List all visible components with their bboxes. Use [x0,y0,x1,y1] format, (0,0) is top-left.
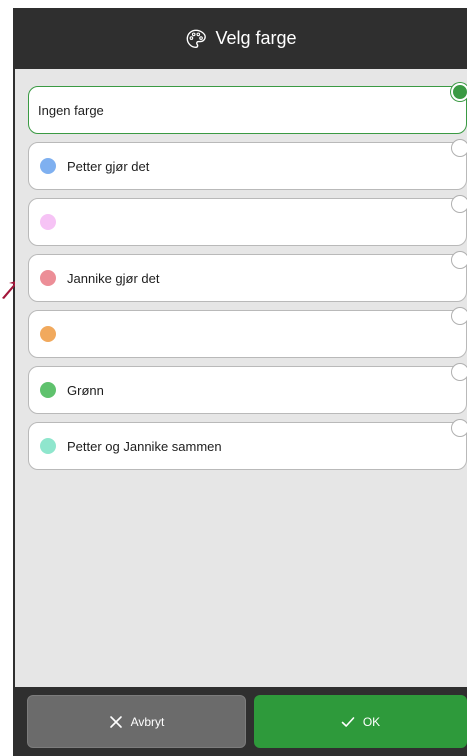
color-option-petter[interactable]: Petter gjør det [28,139,467,190]
color-swatch [40,214,56,230]
ok-button[interactable]: OK [254,695,467,748]
close-icon [109,715,122,728]
ok-button-label: OK [362,714,381,729]
cancel-button[interactable]: Avbryt [27,695,246,748]
option-label: Petter og Jannike sammen [67,438,222,454]
radio-button[interactable] [451,419,467,437]
dialog-footer: Avbryt OK [15,687,467,756]
color-picker-dialog: Velg farge Ingen farge Petter gjør det J… [15,8,467,756]
palette-icon [187,29,207,48]
color-swatch [40,326,56,342]
option-label: Grønn [67,382,104,398]
option-label: Jannike gjør det [67,270,160,286]
radio-button[interactable] [451,363,467,381]
color-swatch [40,158,56,174]
option-label: Ingen farge [38,102,104,118]
radio-button[interactable] [451,307,467,325]
color-option-orange[interactable] [28,307,467,358]
radio-button-selected[interactable] [451,83,467,101]
color-option-list: Ingen farge Petter gjør det Jannike gjør… [28,83,467,478]
color-option-pink[interactable] [28,195,467,246]
page-left-margin [0,0,14,756]
check-icon [341,716,355,727]
color-option-together[interactable]: Petter og Jannike sammen [28,419,467,470]
radio-button[interactable] [451,139,467,157]
radio-button[interactable] [451,251,467,269]
color-option-none[interactable]: Ingen farge [28,83,467,134]
color-swatch [40,382,56,398]
color-option-jannike[interactable]: Jannike gjør det [28,251,467,302]
dialog-title: Velg farge [215,28,297,48]
cancel-button-label: Avbryt [130,714,165,729]
radio-button[interactable] [451,195,467,213]
dialog-header: Velg farge [15,8,467,69]
option-label: Petter gjør det [67,158,150,174]
color-swatch [40,270,56,286]
color-swatch [40,438,56,454]
color-option-green[interactable]: Grønn [28,363,467,414]
